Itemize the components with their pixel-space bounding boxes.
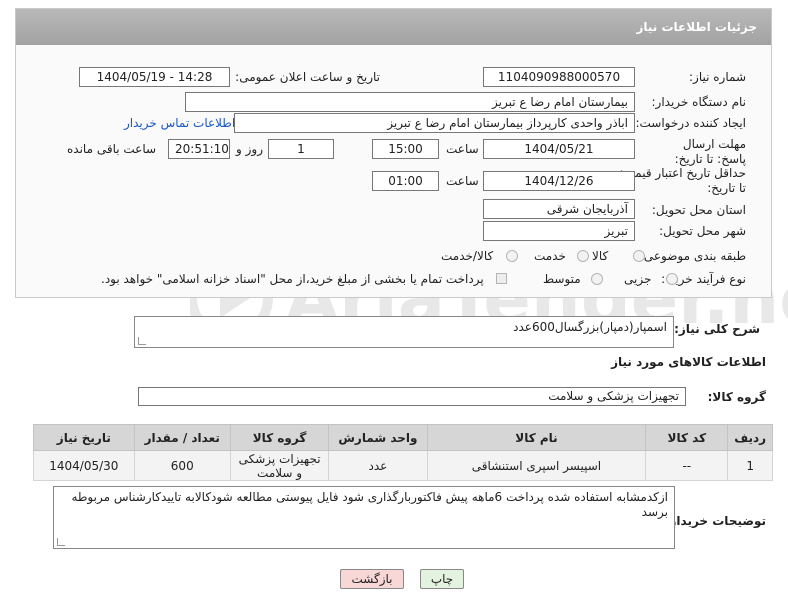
goods-section-title: اطلاعات کالاهای مورد نیاز <box>611 355 766 369</box>
goods-table: ردیف کد کالا نام کالا واحد شمارش گروه کا… <box>33 424 773 481</box>
treasury-note: پرداخت تمام یا بخشی از مبلغ خرید،از محل … <box>101 272 484 286</box>
delivery-city-field: تبریز <box>483 221 635 241</box>
resize-handle-icon[interactable] <box>57 538 65 546</box>
col-unit: واحد شمارش <box>328 424 428 451</box>
col-row-number: ردیف <box>727 424 773 451</box>
remaining-time-field: 20:51:10 <box>168 139 230 159</box>
deadline-time-field: 15:00 <box>372 139 439 159</box>
remaining-time-label: ساعت باقی مانده <box>67 142 157 156</box>
need-number-label: شماره نیاز: <box>689 70 746 84</box>
deadline-date-field: 1404/05/21 <box>483 139 635 159</box>
buyer-org-label: نام دستگاه خریدار: <box>651 95 747 109</box>
panel-header: جزئیات اطلاعات نیاز <box>16 9 771 45</box>
announce-datetime-label: تاریخ و ساعت اعلان عمومی: <box>235 70 380 84</box>
deadline-label: مهلت ارسال پاسخ: تا تاریخ: <box>674 137 746 166</box>
goods-group-field: تجهیزات پزشکی و سلامت <box>138 387 686 406</box>
col-item-name: نام کالا <box>426 424 647 451</box>
back-button[interactable]: بازگشت <box>340 569 404 589</box>
price-validity-date-field: 1404/12/26 <box>483 171 635 191</box>
announce-datetime-field: 1404/05/19 - 14:28 <box>79 67 230 87</box>
treasury-checkbox[interactable] <box>496 273 507 284</box>
category-label: طبقه بندی موضوعی: <box>639 249 746 263</box>
print-button[interactable]: چاپ <box>420 569 464 589</box>
delivery-province-label: استان محل تحویل: <box>651 203 746 217</box>
deadline-days-label: روز و <box>236 142 263 156</box>
description-label: شرح کلی نیاز: <box>674 322 760 336</box>
price-validity-time-label: ساعت <box>446 174 479 188</box>
category-goods-label: کالا <box>592 249 609 263</box>
cell-group: تجهیزات پزشکی و سلامت <box>229 450 330 481</box>
process-medium-label: متوسط <box>543 272 581 286</box>
requester-field: اباذر واحدی کارپرداز بیمارستان امام رضا … <box>234 113 635 133</box>
process-minor-radio[interactable] <box>666 273 678 285</box>
category-service-radio[interactable] <box>577 250 589 262</box>
category-service-label: خدمت <box>534 249 566 263</box>
process-medium-radio[interactable] <box>591 273 603 285</box>
buyer-notes-label: توضیحات خریدار: <box>664 514 766 528</box>
deadline-time-label: ساعت <box>446 142 479 156</box>
col-item-code: کد کالا <box>645 424 729 451</box>
delivery-province-field: آذربایجان شرقی <box>483 199 635 219</box>
category-goods-service-label: کالا/خدمت <box>441 249 494 263</box>
need-number-field: 1104090988000570 <box>483 67 635 87</box>
category-goods-service-radio[interactable] <box>506 250 518 262</box>
buyer-notes-text: ازکدمشابه استفاده شده پرداخت 6ماهه پیش ف… <box>71 490 668 519</box>
col-quantity: تعداد / مقدار <box>133 424 231 451</box>
table-header-row: ردیف کد کالا نام کالا واحد شمارش گروه کا… <box>33 424 773 451</box>
description-text: اسمپار(دمپار)بزرگسال600عدد <box>513 320 667 334</box>
goods-group-label: گروه کالا: <box>707 390 766 404</box>
table-row[interactable]: 1 -- اسپیسر اسپری استنشاقی عدد تجهیزات پ… <box>33 450 773 481</box>
price-validity-time-field: 01:00 <box>372 171 439 191</box>
cell-need-date: 1404/05/30 <box>33 450 135 481</box>
resize-handle-icon[interactable] <box>138 337 146 345</box>
requester-label: ایجاد کننده درخواست: <box>635 116 746 130</box>
cell-row-number: 1 <box>727 450 773 481</box>
panel-title: جزئیات اطلاعات نیاز <box>636 20 757 34</box>
cell-item-code: -- <box>645 450 729 481</box>
buyer-org-field: بیمارستان امام رضا ع تبریز <box>185 92 635 112</box>
col-group: گروه کالا <box>229 424 330 451</box>
col-need-date: تاریخ نیاز <box>33 424 135 451</box>
buyer-notes-textarea[interactable]: ازکدمشابه استفاده شده پرداخت 6ماهه پیش ف… <box>53 486 675 549</box>
cell-unit: عدد <box>328 450 428 481</box>
delivery-city-label: شهر محل تحویل: <box>659 224 746 238</box>
cell-quantity: 600 <box>133 450 231 481</box>
description-textarea[interactable]: اسمپار(دمپار)بزرگسال600عدد <box>134 316 674 348</box>
deadline-days-field: 1 <box>268 139 334 159</box>
buyer-contact-link[interactable]: اطلاعات تماس خریدار <box>124 116 235 130</box>
category-goods-radio[interactable] <box>633 250 645 262</box>
process-minor-label: جزیی <box>624 272 652 286</box>
cell-item-name: اسپیسر اسپری استنشاقی <box>426 450 647 481</box>
